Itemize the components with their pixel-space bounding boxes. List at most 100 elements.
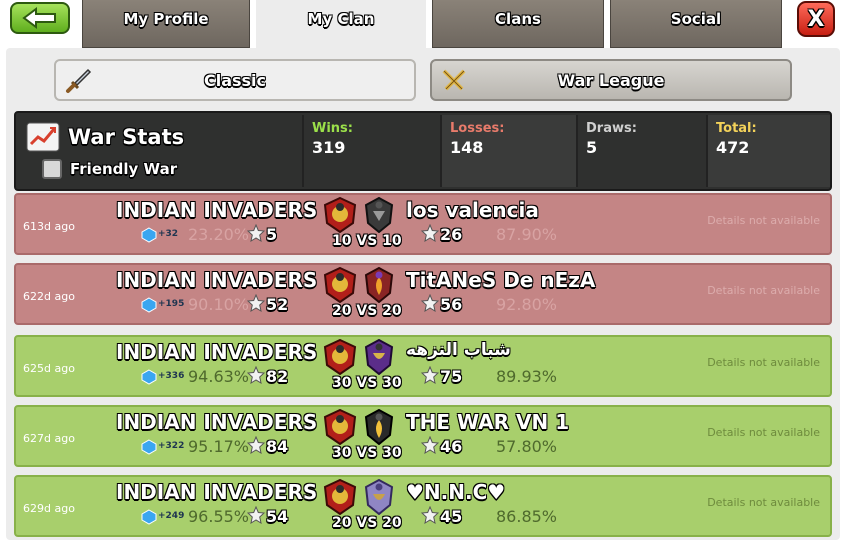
friendly-war-label: Friendly War xyxy=(70,160,178,178)
draws-label: Draws: xyxy=(586,121,637,136)
our-clan-name: INDIAN INVADERS xyxy=(116,480,318,504)
war-age: 627d ago xyxy=(23,432,75,445)
war-age: 625d ago xyxy=(23,362,75,375)
close-icon: X xyxy=(807,6,825,32)
tab-my-clan[interactable]: My Clan xyxy=(256,0,426,48)
star-icon xyxy=(247,294,265,312)
opponent-clan-name: THE WAR VN 1 xyxy=(406,410,570,434)
opponent-destruction-pct: 86.85% xyxy=(496,507,558,526)
opponent-clan-badge-icon xyxy=(364,267,394,303)
opponent-clan-name: شباب النزهه xyxy=(406,340,511,360)
losses-label: Losses: xyxy=(450,121,505,136)
opponent-clan-name: los valencia xyxy=(406,198,539,222)
star-icon xyxy=(421,366,439,384)
opponent-destruction-pct: 87.90% xyxy=(496,225,558,244)
clan-xp-gained: +249 xyxy=(158,511,185,521)
clan-xp-icon xyxy=(141,369,157,385)
clan-xp-gained: +32 xyxy=(158,229,179,239)
opponent-destruction-pct: 92.80% xyxy=(496,295,558,314)
clan-xp-icon xyxy=(141,509,157,525)
star-icon xyxy=(247,436,265,454)
draws-value: 5 xyxy=(586,138,598,157)
our-clan-name: INDIAN INVADERS xyxy=(116,268,318,292)
opponent-clan-badge-icon xyxy=(364,197,394,233)
war-age: 629d ago xyxy=(23,502,75,515)
our-destruction-pct: 95.17% xyxy=(188,437,250,456)
tab-label: My Clan xyxy=(307,9,375,28)
war-age: 622d ago xyxy=(23,290,75,303)
war-size: 10 VS 10 xyxy=(332,233,402,249)
total-label: Total: xyxy=(716,121,757,136)
clan-xp-gained: +195 xyxy=(158,299,185,309)
losses-value: 148 xyxy=(450,138,484,157)
chart-icon xyxy=(26,122,60,152)
our-destruction-pct: 23.20% xyxy=(188,225,250,244)
war-row[interactable]: 629d ago INDIAN INVADERS 20 VS 20 ♥N.N.C… xyxy=(14,475,832,537)
opponent-destruction-pct: 57.80% xyxy=(496,437,558,456)
clan-xp-icon xyxy=(141,439,157,455)
our-destruction-pct: 94.63% xyxy=(188,367,250,386)
our-clan-badge-icon xyxy=(323,197,357,233)
opponent-clan-badge-icon xyxy=(364,339,394,375)
our-clan-name: INDIAN INVADERS xyxy=(116,198,318,222)
war-stats-title: War Stats xyxy=(68,125,185,149)
war-row[interactable]: 613d ago INDIAN INVADERS 10 VS 10 los va… xyxy=(14,193,832,255)
total-value: 472 xyxy=(716,138,750,157)
opponent-stars: 26 xyxy=(440,225,463,244)
classic-mode-button[interactable]: Classic xyxy=(54,59,416,101)
tab-label: Social xyxy=(670,9,722,28)
star-icon xyxy=(421,294,439,312)
war-size: 30 VS 30 xyxy=(332,445,402,461)
war-size: 20 VS 20 xyxy=(332,303,402,319)
war-row[interactable]: 625d ago INDIAN INVADERS 30 VS 30 شباب ا… xyxy=(14,335,832,397)
clan-xp-icon xyxy=(141,227,157,243)
friendly-war-toggle[interactable]: Friendly War xyxy=(42,159,177,179)
war-row[interactable]: 627d ago INDIAN INVADERS 30 VS 30 THE WA… xyxy=(14,405,832,467)
our-clan-name: INDIAN INVADERS xyxy=(116,410,318,434)
close-button[interactable]: X xyxy=(797,1,835,37)
opponent-stars: 75 xyxy=(440,367,463,386)
wins-stat: Wins: 319 xyxy=(302,115,440,187)
our-clan-badge-icon xyxy=(323,409,357,445)
details-status: Details not available xyxy=(707,496,820,509)
crossed-swords-icon xyxy=(442,69,466,91)
tab-label: My Profile xyxy=(123,9,209,28)
opponent-destruction-pct: 89.93% xyxy=(496,367,558,386)
our-stars: 82 xyxy=(266,367,289,386)
tab-my-profile[interactable]: My Profile xyxy=(82,0,250,48)
war-league-mode-button[interactable]: War League xyxy=(430,59,792,101)
opponent-clan-name: ♥N.N.C♥ xyxy=(406,480,506,504)
opponent-clan-badge-icon xyxy=(364,479,394,515)
details-status: Details not available xyxy=(707,356,820,369)
war-stats-bar: War Stats Friendly War Wins: 319 Losses:… xyxy=(14,111,832,191)
draws-stat: Draws: 5 xyxy=(576,115,706,187)
war-size: 20 VS 20 xyxy=(332,515,402,531)
war-row[interactable]: 622d ago INDIAN INVADERS 20 VS 20 TitANe… xyxy=(14,263,832,325)
details-status: Details not available xyxy=(707,284,820,297)
clan-xp-gained: +336 xyxy=(158,371,185,381)
top-nav: My Profile My Clan Clans Social X xyxy=(0,0,847,50)
wins-value: 319 xyxy=(312,138,346,157)
back-button[interactable] xyxy=(10,2,70,34)
war-age: 613d ago xyxy=(23,220,75,233)
our-stars: 5 xyxy=(266,225,278,244)
star-icon xyxy=(247,506,265,524)
mode-label: Classic xyxy=(203,70,267,90)
details-status: Details not available xyxy=(707,426,820,439)
details-status: Details not available xyxy=(707,214,820,227)
our-stars: 84 xyxy=(266,437,289,456)
star-icon xyxy=(247,366,265,384)
our-stars: 52 xyxy=(266,295,289,314)
friendly-war-checkbox[interactable] xyxy=(42,159,62,179)
tab-social[interactable]: Social xyxy=(610,0,782,48)
wins-label: Wins: xyxy=(312,121,353,136)
total-stat: Total: 472 xyxy=(706,115,830,187)
opponent-clan-badge-icon xyxy=(364,409,394,445)
star-icon xyxy=(421,436,439,454)
tab-clans[interactable]: Clans xyxy=(432,0,604,48)
our-destruction-pct: 90.10% xyxy=(188,295,250,314)
star-icon xyxy=(421,224,439,242)
our-clan-badge-icon xyxy=(323,479,357,515)
arrow-left-icon xyxy=(22,7,56,29)
our-clan-name: INDIAN INVADERS xyxy=(116,340,318,364)
